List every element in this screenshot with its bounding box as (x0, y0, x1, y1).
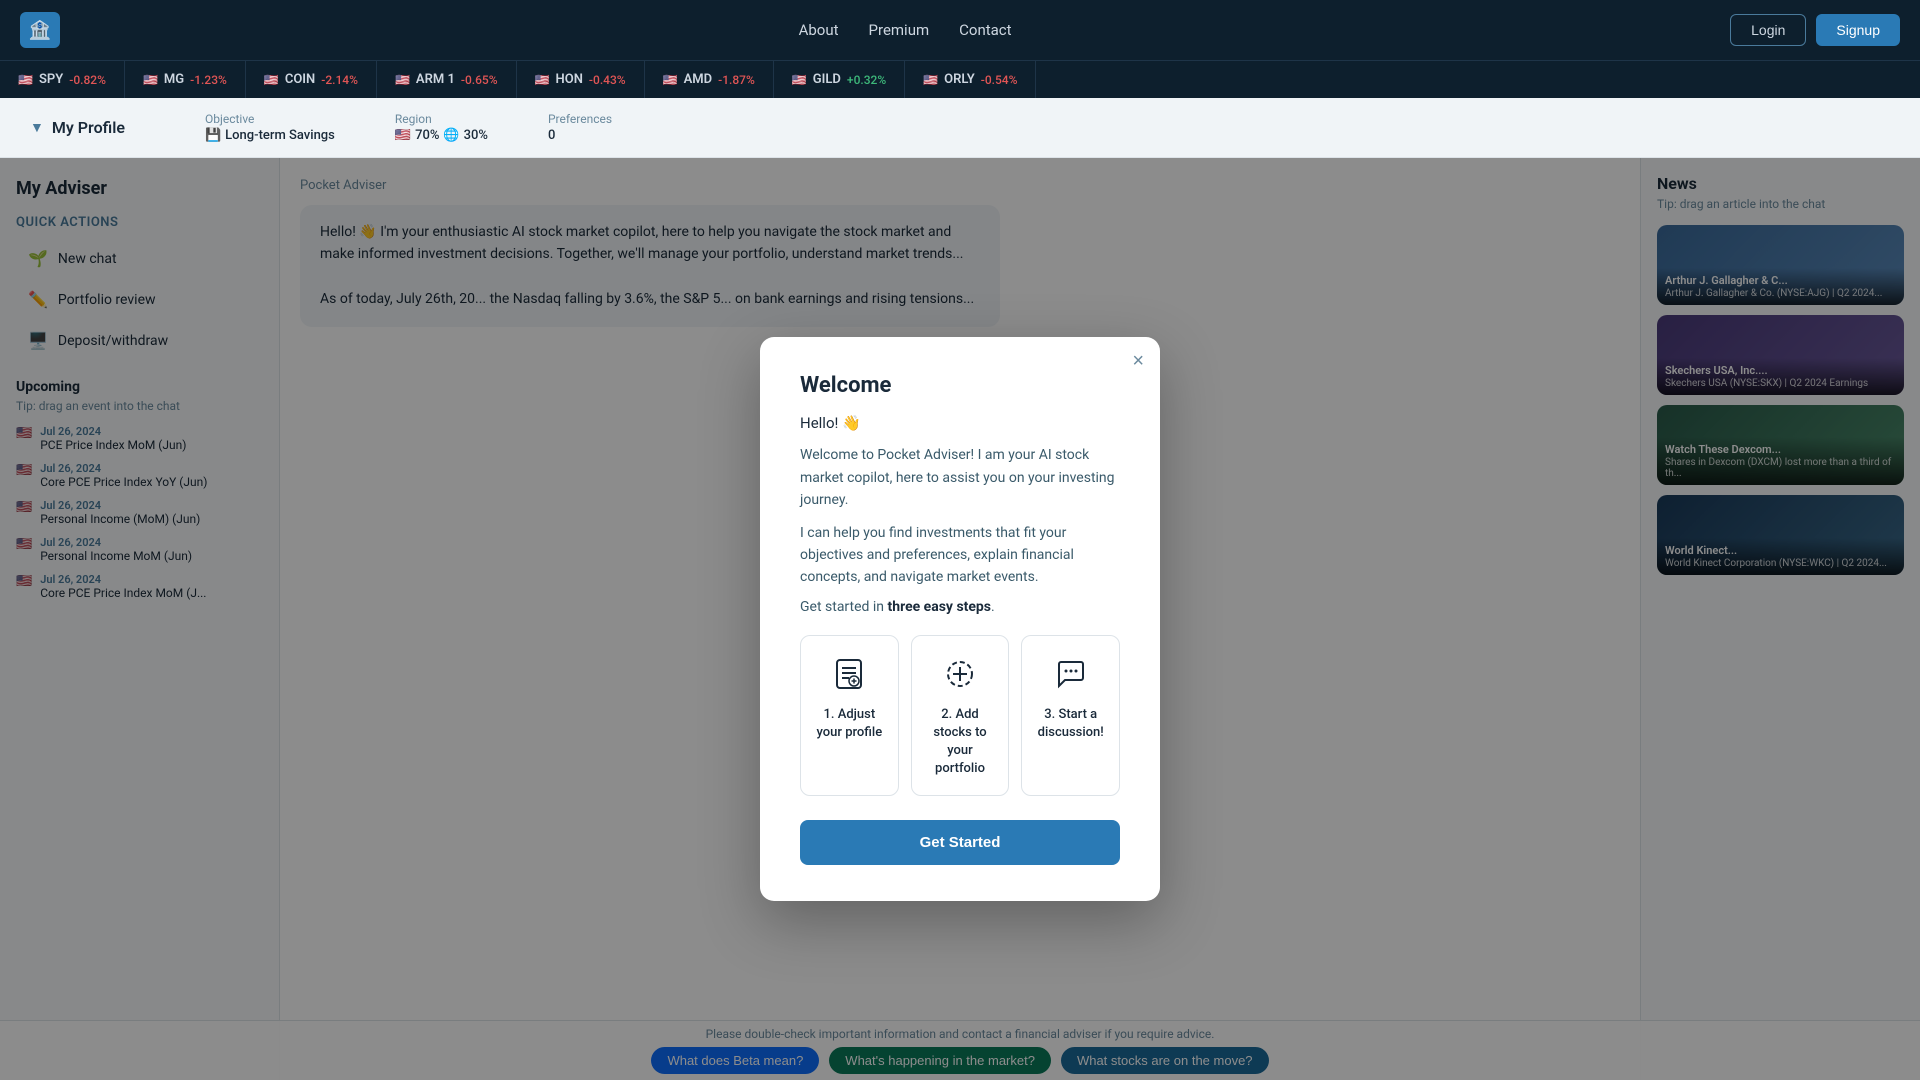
ticker-flag: 🇺🇸 (792, 73, 807, 87)
step-start-discussion: 3. Start a discussion! (1021, 635, 1120, 796)
login-button[interactable]: Login (1730, 14, 1806, 46)
ticker-flag: 🇺🇸 (535, 73, 550, 87)
get-started-button[interactable]: Get Started (800, 820, 1120, 865)
ticker-value: -0.82% (69, 73, 106, 87)
ticker-flag: 🇺🇸 (923, 73, 938, 87)
add-stocks-icon (938, 652, 982, 696)
ticker-value: +0.32% (847, 73, 886, 87)
modal-steps: 1. Adjust your profile 2. Add stocks to … (800, 635, 1120, 796)
modal-body-2: I can help you find investments that fit… (800, 522, 1120, 589)
savings-icon: 💾 (205, 128, 221, 143)
modal-title: Welcome (800, 373, 1120, 398)
ticker-name: COIN (285, 72, 315, 87)
ticker-name: SPY (39, 72, 63, 87)
preferences-label: Preferences (548, 112, 612, 126)
main-layout: My Adviser Quick actions 🌱 New chat ✏️ P… (0, 158, 1920, 1080)
ticker-value: -0.54% (981, 73, 1018, 87)
ticker-amd[interactable]: 🇺🇸 AMD -1.87% (645, 61, 774, 98)
ticker-spy[interactable]: 🇺🇸 SPY -0.82% (0, 61, 125, 98)
step-adjust-profile: 1. Adjust your profile (800, 635, 899, 796)
welcome-modal: × Welcome Hello! 👋 Welcome to Pocket Adv… (760, 337, 1160, 900)
objective-info: Objective 💾 Long-term Savings (205, 112, 335, 143)
ticker-flag: 🇺🇸 (143, 73, 158, 87)
modal-close-button[interactable]: × (1132, 351, 1144, 371)
profile-info-group: Objective 💾 Long-term Savings Region 🇺🇸 … (205, 112, 612, 143)
ticker-name: GILD (813, 72, 841, 87)
ticker-flag: 🇺🇸 (264, 73, 279, 87)
ticker-name: MG (164, 72, 184, 87)
start-discussion-icon (1049, 652, 1093, 696)
modal-overlay: × Welcome Hello! 👋 Welcome to Pocket Adv… (0, 158, 1920, 1080)
profile-bar: ▼ My Profile Objective 💾 Long-term Savin… (0, 98, 1920, 158)
step-add-stocks: 2. Add stocks to your portfolio (911, 635, 1010, 796)
ticker-mg[interactable]: 🇺🇸 MG -1.23% (125, 61, 246, 98)
ticker-name: ARM 1 (416, 72, 455, 87)
ticker-value: -1.23% (190, 73, 227, 87)
ticker-flag: 🇺🇸 (395, 73, 410, 87)
region-info: Region 🇺🇸 70% 🌐 30% (395, 112, 488, 143)
preferences-value: 0 (548, 128, 612, 143)
adjust-profile-icon (827, 652, 871, 696)
region-value: 🇺🇸 70% 🌐 30% (395, 128, 488, 143)
ticker-flag: 🇺🇸 (18, 73, 33, 87)
ticker-coin[interactable]: 🇺🇸 COIN -2.14% (246, 61, 377, 98)
ticker-value: -0.65% (461, 73, 498, 87)
ticker-value: -1.87% (718, 73, 755, 87)
nav-premium[interactable]: Premium (869, 21, 930, 39)
ticker-value: -2.14% (321, 73, 358, 87)
ticker-flag: 🇺🇸 (663, 73, 678, 87)
ticker-value: -0.43% (589, 73, 626, 87)
ticker-name: ORLY (944, 72, 975, 87)
signup-button[interactable]: Signup (1816, 14, 1900, 46)
ticker-orly[interactable]: 🇺🇸 ORLY -0.54% (905, 61, 1036, 98)
ticker-bar: 🇺🇸 SPY -0.82% 🇺🇸 MG -1.23% 🇺🇸 COIN -2.14… (0, 60, 1920, 98)
objective-label: Objective (205, 112, 335, 126)
step-start-discussion-label: 3. Start a discussion! (1032, 706, 1109, 742)
us-flag: 🇺🇸 (395, 128, 411, 143)
steps-bold: three easy steps (888, 599, 992, 615)
ticker-name: HON (556, 72, 583, 87)
profile-section: ▼ My Profile (30, 118, 125, 137)
navbar-auth: Login Signup (1730, 14, 1900, 46)
navbar: 🏦 About Premium Contact Login Signup (0, 0, 1920, 60)
modal-steps-intro: Get started in three easy steps. (800, 599, 1120, 615)
preferences-info: Preferences 0 (548, 112, 612, 143)
global-flag: 🌐 (443, 128, 459, 143)
ticker-arm1[interactable]: 🇺🇸 ARM 1 -0.65% (377, 61, 517, 98)
objective-value: 💾 Long-term Savings (205, 128, 335, 143)
logo: 🏦 (20, 12, 60, 48)
modal-greeting: Hello! 👋 (800, 414, 1120, 432)
step-add-stocks-label: 2. Add stocks to your portfolio (922, 706, 999, 779)
step-adjust-label: 1. Adjust your profile (811, 706, 888, 742)
nav-about[interactable]: About (799, 21, 839, 39)
chevron-down-icon: ▼ (30, 119, 44, 136)
nav-contact[interactable]: Contact (959, 21, 1011, 39)
region-label: Region (395, 112, 488, 126)
ticker-hon[interactable]: 🇺🇸 HON -0.43% (517, 61, 645, 98)
nav-links: About Premium Contact (80, 21, 1730, 39)
ticker-name: AMD (684, 72, 713, 87)
ticker-gild[interactable]: 🇺🇸 GILD +0.32% (774, 61, 905, 98)
modal-body-1: Welcome to Pocket Adviser! I am your AI … (800, 444, 1120, 511)
profile-title: My Profile (52, 118, 125, 137)
